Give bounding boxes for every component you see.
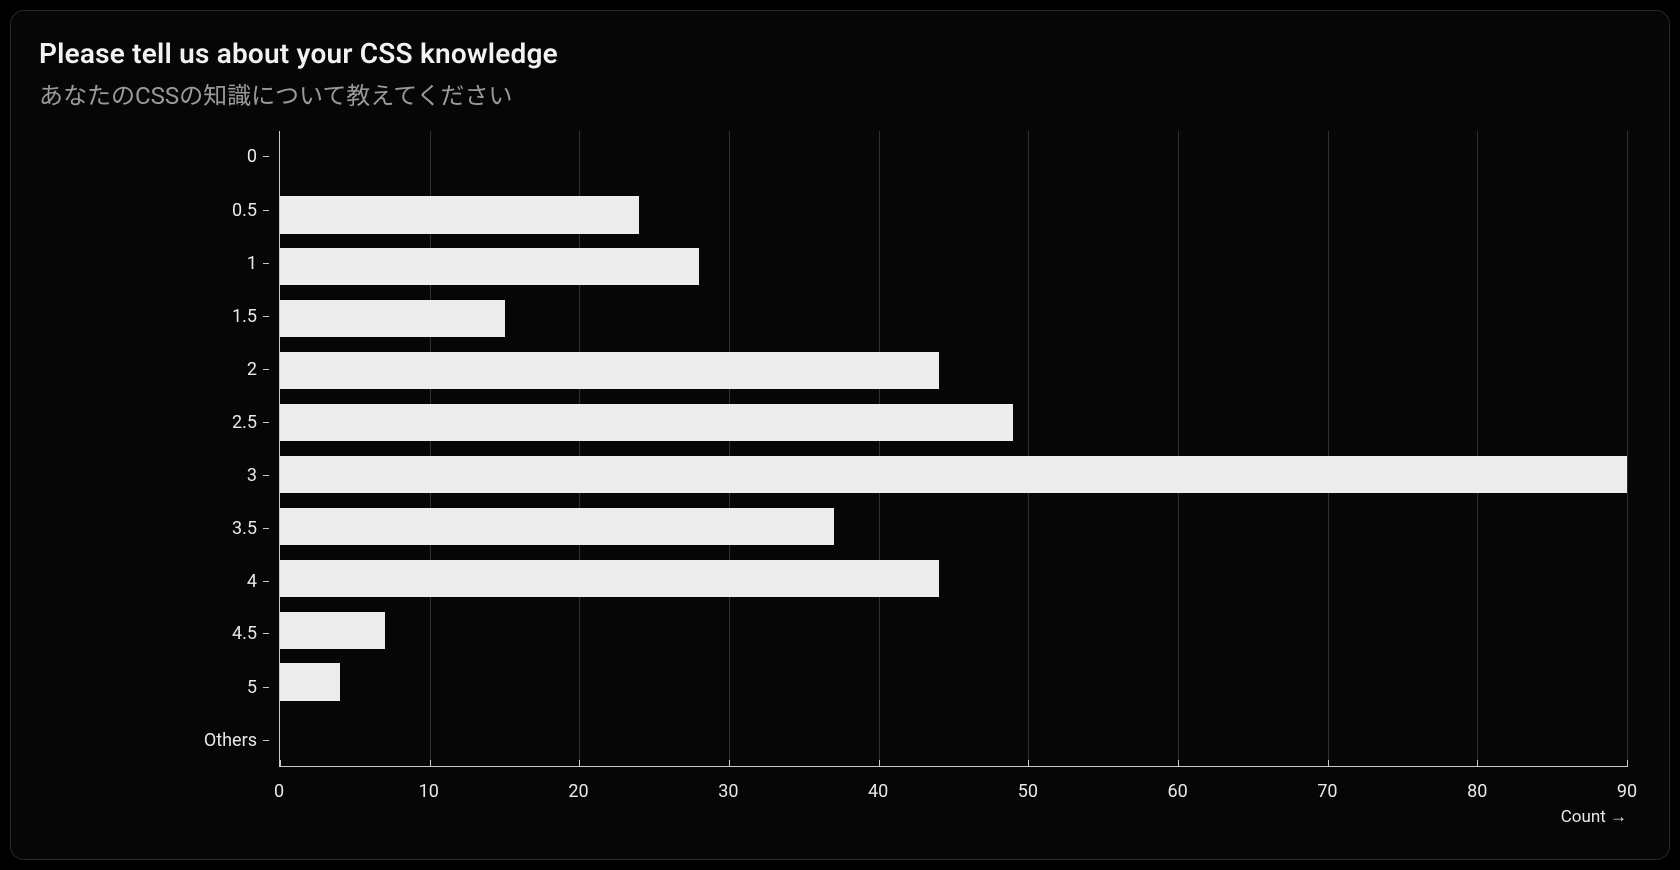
y-tick-label: 3 (247, 465, 269, 486)
x-tick-label: 40 (868, 781, 888, 802)
y-tick (263, 369, 269, 370)
y-tick (263, 687, 269, 688)
y-tick-label: 1 (247, 253, 269, 274)
bar (280, 248, 699, 285)
bar-row (280, 345, 1627, 397)
x-tick-label: 70 (1317, 781, 1337, 802)
chart-subtitle: あなたのCSSの知識について教えてください (39, 76, 1641, 111)
bar (280, 196, 639, 233)
y-tick-text: 3 (247, 465, 257, 486)
x-tick-label: 30 (718, 781, 738, 802)
y-tick-text: 1.5 (232, 306, 257, 327)
x-tick (579, 760, 580, 767)
bar (280, 352, 939, 389)
y-tick-text: 4.5 (232, 623, 257, 644)
y-tick (263, 156, 269, 157)
plot-area (279, 131, 1627, 767)
x-tick-label: 60 (1168, 781, 1188, 802)
chart-area: 0 0.5 1 1.5 2 2.5 3 3.5 4 4.5 5 Others Count → 0 10 2… (39, 131, 1641, 831)
y-tick-text: 0.5 (232, 200, 257, 221)
x-tick-label: 0 (274, 781, 284, 802)
y-tick-label: 4.5 (232, 623, 269, 644)
y-tick-label: 0.5 (232, 200, 269, 221)
y-tick-label: 3.5 (232, 518, 269, 539)
y-tick-text: 3.5 (232, 518, 257, 539)
x-tick (1627, 760, 1628, 767)
x-tick (729, 760, 730, 767)
y-tick-label: 4 (247, 571, 269, 592)
x-tick (280, 760, 281, 767)
y-tick-text: Others (204, 730, 257, 751)
y-tick-text: 5 (247, 677, 257, 698)
x-tick (1328, 760, 1329, 767)
y-tick (263, 422, 269, 423)
x-tick-label: 50 (1018, 781, 1038, 802)
y-tick (263, 210, 269, 211)
bar (280, 404, 1013, 441)
y-tick-text: 1 (247, 253, 257, 274)
chart-card: Please tell us about your CSS knowledge … (10, 10, 1670, 860)
y-tick (263, 740, 269, 741)
y-tick-text: 4 (247, 571, 257, 592)
bar (280, 663, 340, 700)
bar-row (280, 137, 1627, 189)
chart-title: Please tell us about your CSS knowledge (39, 37, 1641, 70)
y-tick-label: 5 (247, 677, 269, 698)
bar-row (280, 293, 1627, 345)
bar-row (280, 397, 1627, 449)
bar-row (280, 189, 1627, 241)
x-tick (430, 760, 431, 767)
bars-container (280, 137, 1627, 760)
bar (280, 508, 834, 545)
bar-row (280, 500, 1627, 552)
x-tick-label: 20 (568, 781, 588, 802)
y-tick-label: 2 (247, 359, 269, 380)
bar (280, 456, 1627, 493)
y-tick-label: 2.5 (232, 412, 269, 433)
x-axis-title: Count → (1561, 807, 1627, 827)
x-tick-label: 80 (1467, 781, 1487, 802)
x-tick (1028, 760, 1029, 767)
bar-row (280, 656, 1627, 708)
y-tick-text: 0 (247, 146, 257, 167)
bar-row (280, 449, 1627, 501)
y-axis-labels: 0 0.5 1 1.5 2 2.5 3 3.5 4 4.5 5 Others (39, 131, 269, 767)
y-tick-text: 2 (247, 359, 257, 380)
x-tick-label: 10 (419, 781, 439, 802)
y-tick-label: Others (204, 730, 269, 751)
y-tick-label: 1.5 (232, 306, 269, 327)
bar (280, 300, 505, 337)
x-tick (1477, 760, 1478, 767)
y-tick-text: 2.5 (232, 412, 257, 433)
x-tick (879, 760, 880, 767)
x-tick (1178, 760, 1179, 767)
bar (280, 612, 385, 649)
y-tick (263, 633, 269, 634)
y-tick (263, 316, 269, 317)
y-tick (263, 528, 269, 529)
y-tick (263, 581, 269, 582)
y-tick (263, 263, 269, 264)
bar-row (280, 552, 1627, 604)
gridline (1627, 131, 1628, 766)
bar-row (280, 604, 1627, 656)
bar-row (280, 708, 1627, 760)
bar (280, 560, 939, 597)
x-axis-labels: Count → 0102030405060708090 (279, 771, 1627, 831)
y-tick (263, 475, 269, 476)
x-tick-label: 90 (1617, 781, 1637, 802)
bar-row (280, 241, 1627, 293)
y-tick-label: 0 (247, 146, 269, 167)
